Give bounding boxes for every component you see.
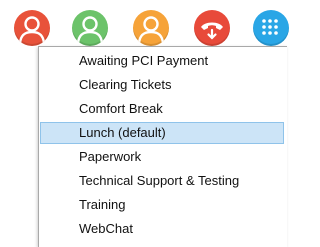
menu-item-clearing-tickets[interactable]: Clearing Tickets — [40, 74, 284, 96]
menu-item-webchat[interactable]: WebChat — [40, 218, 284, 240]
user-icon — [18, 16, 46, 44]
user-icon — [137, 16, 165, 44]
status-button-orange[interactable] — [133, 10, 169, 46]
status-button-green[interactable] — [72, 10, 108, 46]
status-button-red[interactable] — [14, 10, 50, 46]
menu-item-awaiting-pci-payment[interactable]: Awaiting PCI Payment — [40, 50, 284, 72]
dialpad-button[interactable] — [253, 10, 289, 46]
menu-item-lunch[interactable]: Lunch (default) — [40, 122, 284, 144]
menu-item-comfort-break[interactable]: Comfort Break — [40, 98, 284, 120]
toolbar — [0, 0, 289, 52]
dialpad-icon — [262, 19, 278, 35]
status-menu: Awaiting PCI Payment Clearing Tickets Co… — [38, 46, 287, 247]
menu-item-technical-support-testing[interactable]: Technical Support & Testing — [40, 170, 284, 192]
menu-item-paperwork[interactable]: Paperwork — [40, 146, 284, 168]
user-icon — [76, 16, 104, 44]
hang-up-phone-icon — [201, 22, 223, 40]
menu-item-training[interactable]: Training — [40, 194, 284, 216]
hang-up-button[interactable] — [194, 10, 230, 46]
